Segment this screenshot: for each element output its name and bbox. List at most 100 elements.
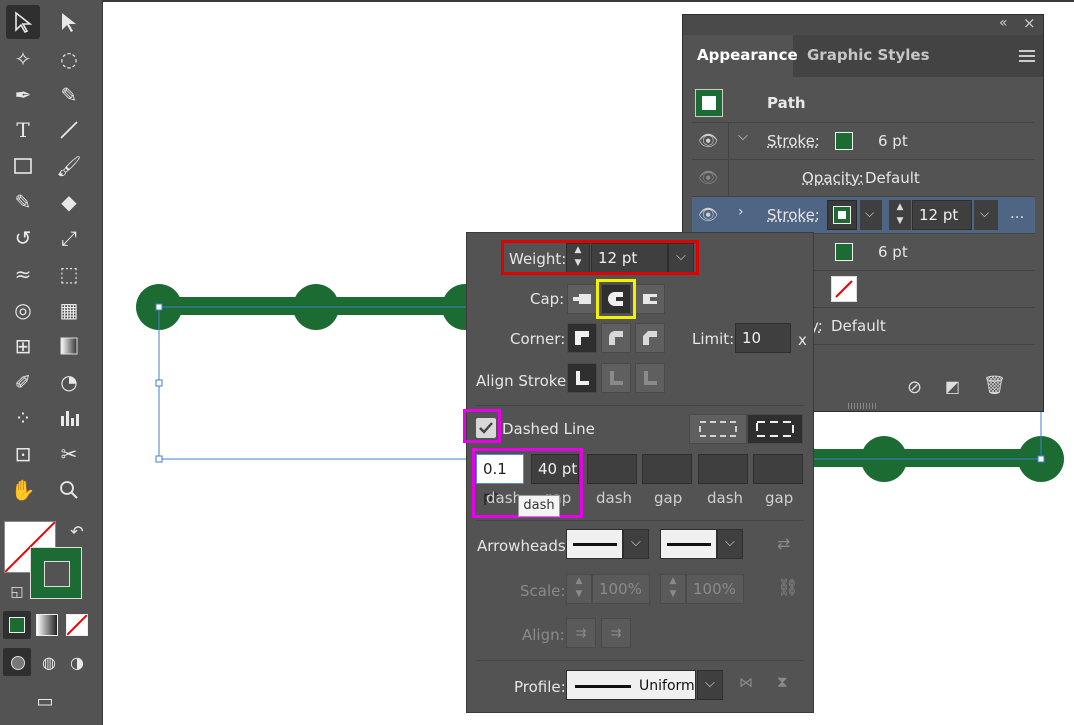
- symbol-sprayer-tool-icon[interactable]: ⁘: [6, 401, 40, 435]
- stroke-weight-field[interactable]: 12 pt: [912, 200, 972, 230]
- miter-limit-field[interactable]: 10: [735, 323, 791, 353]
- free-transform-tool-icon[interactable]: ⬚: [52, 257, 86, 291]
- shape-builder-tool-icon[interactable]: ◎: [6, 293, 40, 327]
- tab-graphic-styles[interactable]: Graphic Styles: [807, 35, 930, 77]
- start-scale-field[interactable]: 100%: [592, 574, 650, 604]
- stroke-color-swatch[interactable]: [835, 243, 853, 261]
- butt-cap-button[interactable]: [567, 284, 597, 314]
- stroke-link[interactable]: Stroke:: [767, 206, 820, 224]
- link-scale-icon[interactable]: ⛓: [777, 578, 799, 598]
- clear-appearance-icon[interactable]: ⊘: [907, 377, 922, 398]
- screen-mode-icon[interactable]: ▭: [28, 684, 62, 718]
- tab-appearance[interactable]: Appearance: [683, 35, 798, 77]
- arrow-tip-at-end-button[interactable]: ⇉: [601, 618, 631, 648]
- stroke-color-swatch[interactable]: [835, 132, 853, 150]
- path-row[interactable]: Path: [692, 85, 1035, 123]
- magic-wand-tool-icon[interactable]: ✧: [6, 42, 40, 76]
- hand-tool-icon[interactable]: ✋: [6, 473, 40, 507]
- type-tool-icon[interactable]: T: [6, 113, 40, 147]
- align-center-button[interactable]: [567, 363, 597, 393]
- start-arrowhead-select[interactable]: [566, 529, 623, 559]
- miter-join-button[interactable]: [567, 323, 597, 353]
- align-inside-button[interactable]: [601, 363, 631, 393]
- stroke-row-1[interactable]: 👁 ⌵ Stroke: 6 pt: [692, 123, 1035, 160]
- eraser-tool-icon[interactable]: ◆: [52, 185, 86, 219]
- lasso-tool-icon[interactable]: ◌: [52, 42, 86, 76]
- hamburger-menu-icon[interactable]: [1019, 49, 1035, 67]
- perspective-grid-tool-icon[interactable]: ▦: [52, 293, 86, 327]
- width-tool-icon[interactable]: ≈: [6, 257, 40, 291]
- anchor-handle[interactable]: [155, 379, 163, 387]
- end-arrowhead-select[interactable]: [660, 529, 717, 559]
- resize-grip[interactable]: [848, 403, 878, 409]
- panel-title-bar[interactable]: « ×: [683, 14, 1043, 36]
- scale-tool-icon[interactable]: ⤢: [52, 221, 86, 255]
- paintbrush-tool-icon[interactable]: 🖌: [52, 149, 86, 183]
- default-fill-stroke-icon[interactable]: ◱: [0, 575, 34, 609]
- duplicate-item-icon[interactable]: ◩: [945, 377, 960, 396]
- anchor-handle[interactable]: [1037, 455, 1045, 463]
- pen-tool-icon[interactable]: ✒: [6, 78, 40, 112]
- visibility-eye-icon[interactable]: 👁: [698, 168, 718, 187]
- flip-along-icon[interactable]: ⋈: [739, 675, 753, 691]
- anchor-handle[interactable]: [155, 303, 163, 311]
- color-mode-button[interactable]: [3, 611, 31, 639]
- stroke-row-2-selected[interactable]: 👁 › Stroke: ⌵ ▲ ▼ 12 pt ⌵ ...: [692, 197, 1035, 234]
- mesh-tool-icon[interactable]: ⊞: [6, 329, 40, 363]
- stroke-link[interactable]: Stroke:: [767, 132, 820, 150]
- end-arrowhead-dropdown[interactable]: ⌵: [717, 529, 743, 559]
- arrow-tip-beyond-button[interactable]: ⇉: [566, 618, 596, 648]
- profile-dropdown[interactable]: ⌵: [697, 670, 723, 700]
- gap-2-field[interactable]: [642, 454, 692, 484]
- chevron-down-icon[interactable]: ⌵: [738, 129, 748, 144]
- visibility-eye-icon[interactable]: 👁: [698, 131, 718, 150]
- blend-tool-icon[interactable]: ◔: [52, 365, 86, 399]
- round-join-button[interactable]: [601, 323, 631, 353]
- weight-dropdown[interactable]: ⌵: [974, 200, 998, 230]
- bevel-join-button[interactable]: [635, 323, 665, 353]
- swap-arrowheads-icon[interactable]: ⇄: [777, 534, 790, 553]
- slice-tool-icon[interactable]: ✂: [52, 437, 86, 471]
- artboard-tool-icon[interactable]: ⊡: [6, 437, 40, 471]
- draw-normal-button[interactable]: [3, 648, 31, 676]
- end-scale-stepper[interactable]: ▲ ▼: [660, 574, 686, 604]
- line-segment-tool-icon[interactable]: [52, 113, 86, 147]
- start-arrowhead-dropdown[interactable]: ⌵: [623, 529, 649, 559]
- weight-stepper[interactable]: ▲ ▼: [889, 200, 911, 230]
- anchor-handle[interactable]: [155, 455, 163, 463]
- collapse-panel-icon[interactable]: «: [999, 15, 1008, 31]
- delete-item-icon[interactable]: 🗑: [983, 375, 1006, 396]
- selection-tool-icon[interactable]: [6, 5, 40, 39]
- eyedropper-tool-icon[interactable]: ✐: [6, 365, 40, 399]
- align-dashes-corners-button[interactable]: [747, 414, 803, 444]
- fill-none-swatch[interactable]: [831, 276, 857, 302]
- end-scale-field[interactable]: 100%: [686, 574, 744, 604]
- opacity-row[interactable]: 👁 Opacity: Default: [692, 160, 1035, 197]
- preserve-dash-lengths-button[interactable]: [689, 414, 747, 444]
- curvature-tool-icon[interactable]: ✎: [52, 78, 86, 112]
- none-mode-button[interactable]: [66, 614, 88, 636]
- column-graph-tool-icon[interactable]: [52, 401, 86, 435]
- shaper-tool-icon[interactable]: ✎: [6, 185, 40, 219]
- dash-2-field[interactable]: [587, 454, 637, 484]
- stroke-color-dropdown[interactable]: ⌵: [860, 200, 882, 230]
- start-scale-stepper[interactable]: ▲ ▼: [566, 574, 592, 604]
- direct-selection-tool-icon[interactable]: [52, 5, 86, 39]
- swap-fill-stroke-icon[interactable]: ↶: [60, 514, 94, 548]
- gap-3-field[interactable]: [753, 454, 803, 484]
- flip-across-icon[interactable]: ⧗: [777, 673, 788, 691]
- profile-select[interactable]: Uniform: [566, 670, 696, 700]
- zoom-tool-icon[interactable]: [52, 473, 86, 507]
- draw-inside-icon[interactable]: ◑: [60, 645, 94, 679]
- visibility-eye-icon[interactable]: 👁: [698, 205, 718, 224]
- rotate-tool-icon[interactable]: ↺: [6, 221, 40, 255]
- close-panel-icon[interactable]: ×: [1023, 14, 1036, 32]
- gradient-tool-icon[interactable]: [52, 329, 86, 363]
- stroke-swatch[interactable]: [30, 547, 82, 599]
- more-options[interactable]: ...: [1010, 204, 1024, 222]
- projecting-cap-button[interactable]: [635, 284, 665, 314]
- opacity-link[interactable]: Opacity:: [802, 169, 864, 187]
- dash-3-field[interactable]: [698, 454, 748, 484]
- rectangle-tool-icon[interactable]: [6, 149, 40, 183]
- stroke-color-button[interactable]: [827, 200, 857, 230]
